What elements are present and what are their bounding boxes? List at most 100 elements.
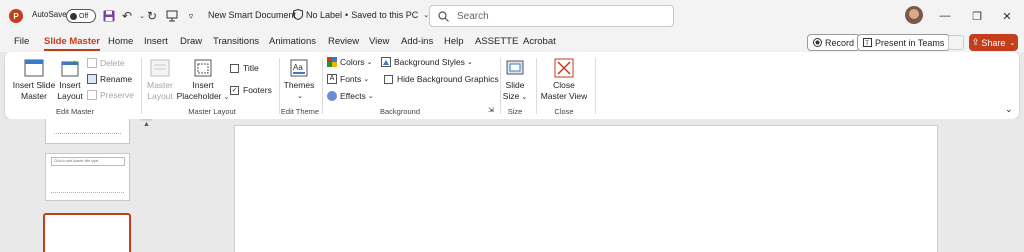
insert-layout-icon: + [61,58,79,77]
group-separator [536,58,537,114]
undo-icon[interactable]: ↶ [119,8,135,24]
title-checkbox[interactable]: Title [230,63,259,73]
group-label-master-layout: Master Layout [188,107,236,116]
present-in-teams-button[interactable]: T Present in Teams [857,34,951,51]
svg-text:+: + [72,58,77,68]
tab-home[interactable]: Home [108,36,133,47]
close-icon[interactable]: ✕ [999,8,1015,24]
thumbnail-title-box: Click to edit Master title style [51,157,125,166]
preserve-button[interactable]: Preserve [87,90,134,100]
tab-file[interactable]: File [14,36,29,47]
tab-acrobat[interactable]: Acrobat [523,36,556,47]
hide-background-graphics-checkbox[interactable]: Hide Background Graphics [384,74,499,84]
rename-icon [87,74,97,84]
rename-label: Rename [100,74,133,84]
sensitivity-label[interactable]: No Label • Saved to this PC ⌄ [293,9,429,20]
title-checkbox-box [230,63,239,73]
save-status: Saved to this PC [351,9,419,20]
master-layout-button[interactable]: Master Layout [145,58,175,102]
record-button[interactable]: Record [807,34,861,51]
share-icon: ⇪ [971,37,980,47]
collapse-ribbon-icon[interactable]: ⌄ [1005,104,1013,115]
share-button[interactable]: ⇪ Share ⌄ [969,34,1018,51]
slide-size-button[interactable]: Slide Size ⌄ [501,58,529,103]
chevron-down-icon: ⌄ [367,93,374,100]
background-dialog-launcher[interactable]: ⇲ [488,106,494,114]
save-icon[interactable] [101,8,117,24]
title-bar: P AutoSave Off ↶ ⌄ ↻ ▿ New Smart Documen… [0,0,1024,32]
comments-icon[interactable] [948,35,964,50]
footers-checkbox-box: ✓ [230,85,239,95]
insert-slide-master-button[interactable]: Insert Slide Master [11,58,57,102]
tab-help[interactable]: Help [444,36,464,47]
close-master-view-button[interactable]: Close Master View [539,58,589,102]
group-separator [595,58,596,114]
thumbnail-title-text: Click to edit Master title style [54,159,99,163]
insert-placeholder-text: Placeholder [176,91,222,101]
tab-slide-master[interactable]: Slide Master [44,36,100,51]
present-icon[interactable] [164,8,180,24]
themes-icon: Aa [290,59,308,77]
chevron-down-icon: ⌄ [223,94,230,101]
minimize-icon[interactable]: — [937,8,953,24]
background-styles-button[interactable]: Background Styles ⌄ [381,57,473,67]
avatar[interactable] [905,6,923,24]
group-label-background: Background [379,107,421,116]
insert-placeholder-button[interactable]: Insert Placeholder ⌄ [176,58,230,103]
tab-transitions[interactable]: Transitions [213,36,259,47]
insert-layout-button[interactable]: + Insert Layout [55,58,85,102]
search-placeholder: Search [457,10,489,22]
effects-button[interactable]: Effects ⌄ [327,91,374,101]
group-label-close: Close [554,107,574,116]
slide-thumbnail-3-selected[interactable] [43,213,131,252]
tab-review[interactable]: Review [328,36,359,47]
themes-button[interactable]: Aa Themes ⌄ [284,58,314,102]
insert-slide-master-line2: Master [21,91,47,101]
group-separator [322,58,323,114]
delete-label: Delete [100,58,125,68]
placeholder-outline [54,133,121,134]
tab-add-ins[interactable]: Add-ins [401,36,433,47]
document-title[interactable]: New Smart Document [208,10,296,20]
insert-slide-master-line1: Insert Slide [12,80,56,90]
autosave-state: Off [79,12,89,20]
share-label: Share [981,37,1006,48]
slide-canvas[interactable] [234,125,938,252]
scroll-up-arrow-icon[interactable]: ▲ [143,121,150,128]
effects-icon [327,91,337,101]
tab-assette[interactable]: ASSETTE [475,36,518,47]
rename-button[interactable]: Rename [87,74,132,84]
fonts-button[interactable]: A Fonts ⌄ [327,74,369,84]
master-layout-icon [150,59,170,77]
slide-thumbnail-2[interactable]: Click to edit Master title style [45,153,130,201]
slide-size-icon [506,60,524,75]
autosave-toggle[interactable]: Off [66,9,96,23]
insert-layout-line2: Layout [57,91,83,101]
tab-view[interactable]: View [369,36,389,47]
preserve-icon [87,90,97,100]
record-icon [813,38,822,47]
chevron-down-icon: ⌄ [297,93,303,100]
chevron-down-icon: ⌄ [1009,39,1016,47]
tab-draw[interactable]: Draw [180,36,202,47]
search-box[interactable]: Search [429,5,674,27]
tab-insert[interactable]: Insert [144,36,168,47]
ribbon-tabs: File Slide Master Home Insert Draw Trans… [0,32,1024,52]
master-layout-line1: Master [147,80,173,90]
slide-size-text: Size [502,91,520,101]
toggle-knob [70,13,77,20]
effects-label: Effects [340,91,366,101]
customize-qat-icon[interactable]: ▿ [183,8,199,24]
close-master-view-icon [554,58,574,78]
redo-icon[interactable]: ↻ [144,8,160,24]
ribbon: Insert Slide Master + Insert Layout Dele… [5,52,1019,119]
footers-checkbox[interactable]: ✓ Footers [230,85,272,95]
delete-button[interactable]: Delete [87,58,125,68]
tab-animations[interactable]: Animations [269,36,316,47]
powerpoint-icon: P [9,9,23,23]
slide-thumbnail-1[interactable] [45,119,130,144]
search-icon [438,10,449,22]
restore-icon[interactable]: ❐ [969,8,985,24]
group-separator [141,58,142,114]
colors-button[interactable]: Colors ⌄ [327,57,372,67]
